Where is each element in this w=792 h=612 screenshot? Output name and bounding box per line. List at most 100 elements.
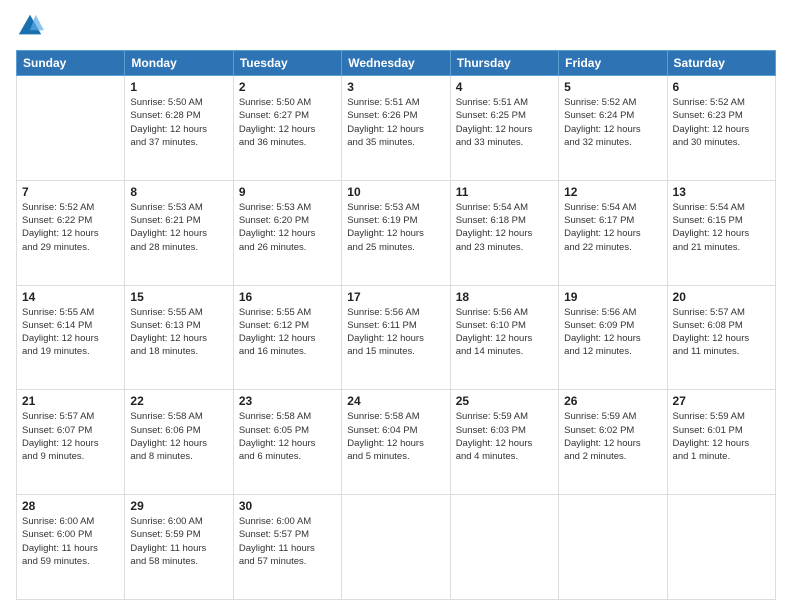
logo-icon (16, 12, 44, 40)
day-number: 14 (22, 290, 119, 304)
day-info: Sunrise: 6:00 AM Sunset: 5:57 PM Dayligh… (239, 515, 336, 568)
day-cell: 5 Sunrise: 5:52 AM Sunset: 6:24 PM Daylig… (559, 76, 667, 181)
day-cell: 10 Sunrise: 5:53 AM Sunset: 6:19 PM Dayli… (342, 180, 450, 285)
day-info: Sunrise: 5:52 AM Sunset: 6:23 PM Dayligh… (673, 96, 770, 149)
day-cell: 12Sunrise: 5:54 AM Sunset: 6:17 PM Dayli… (559, 180, 667, 285)
day-number: 27 (673, 394, 770, 408)
day-info: Sunrise: 5:55 AM Sunset: 6:13 PM Dayligh… (130, 306, 227, 359)
day-number: 19 (564, 290, 661, 304)
day-info: Sunrise: 6:00 AM Sunset: 6:00 PM Dayligh… (22, 515, 119, 568)
day-number: 15 (130, 290, 227, 304)
day-cell: 29 Sunrise: 6:00 AM Sunset: 5:59 PM Dayli… (125, 495, 233, 600)
day-cell: 3Sunrise: 5:51 AM Sunset: 6:26 PM Daylig… (342, 76, 450, 181)
day-cell: 28 Sunrise: 6:00 AM Sunset: 6:00 PM Dayli… (17, 495, 125, 600)
day-cell (559, 495, 667, 600)
day-info: Sunrise: 5:54 AM Sunset: 6:18 PM Dayligh… (456, 201, 553, 254)
day-number: 23 (239, 394, 336, 408)
day-cell: 13Sunrise: 5:54 AM Sunset: 6:15 PM Dayli… (667, 180, 775, 285)
day-info: Sunrise: 5:57 AM Sunset: 6:07 PM Dayligh… (22, 410, 119, 463)
day-cell: 22 Sunrise: 5:58 AM Sunset: 6:06 PM Dayli… (125, 390, 233, 495)
calendar: SundayMondayTuesdayWednesdayThursdayFrid… (16, 50, 776, 600)
day-info: Sunrise: 5:53 AM Sunset: 6:20 PM Dayligh… (239, 201, 336, 254)
day-info: Sunrise: 5:59 AM Sunset: 6:02 PM Dayligh… (564, 410, 661, 463)
header (16, 12, 776, 40)
day-info: Sunrise: 5:53 AM Sunset: 6:21 PM Dayligh… (130, 201, 227, 254)
day-info: Sunrise: 5:56 AM Sunset: 6:09 PM Dayligh… (564, 306, 661, 359)
week-row: 7Sunrise: 5:52 AM Sunset: 6:22 PM Daylig… (17, 180, 776, 285)
day-number: 28 (22, 499, 119, 513)
week-row: 21 Sunrise: 5:57 AM Sunset: 6:07 PM Dayli… (17, 390, 776, 495)
day-cell: 30 Sunrise: 6:00 AM Sunset: 5:57 PM Dayli… (233, 495, 341, 600)
day-cell: 24 Sunrise: 5:58 AM Sunset: 6:04 PM Dayli… (342, 390, 450, 495)
day-number: 6 (673, 80, 770, 94)
day-cell: 16 Sunrise: 5:55 AM Sunset: 6:12 PM Dayli… (233, 285, 341, 390)
day-info: Sunrise: 5:59 AM Sunset: 6:03 PM Dayligh… (456, 410, 553, 463)
week-row: 28 Sunrise: 6:00 AM Sunset: 6:00 PM Dayli… (17, 495, 776, 600)
day-number: 22 (130, 394, 227, 408)
weekday-header: Thursday (450, 51, 558, 76)
day-info: Sunrise: 5:51 AM Sunset: 6:26 PM Dayligh… (347, 96, 444, 149)
day-info: Sunrise: 5:50 AM Sunset: 6:27 PM Dayligh… (239, 96, 336, 149)
day-cell: 8 Sunrise: 5:53 AM Sunset: 6:21 PM Daylig… (125, 180, 233, 285)
day-info: Sunrise: 5:55 AM Sunset: 6:12 PM Dayligh… (239, 306, 336, 359)
day-cell: 6 Sunrise: 5:52 AM Sunset: 6:23 PM Daylig… (667, 76, 775, 181)
day-cell: 25 Sunrise: 5:59 AM Sunset: 6:03 PM Dayli… (450, 390, 558, 495)
day-cell: 19 Sunrise: 5:56 AM Sunset: 6:09 PM Dayli… (559, 285, 667, 390)
page: SundayMondayTuesdayWednesdayThursdayFrid… (0, 0, 792, 612)
weekday-header: Friday (559, 51, 667, 76)
day-number: 29 (130, 499, 227, 513)
day-cell: 15 Sunrise: 5:55 AM Sunset: 6:13 PM Dayli… (125, 285, 233, 390)
day-number: 25 (456, 394, 553, 408)
weekday-header: Tuesday (233, 51, 341, 76)
day-info: Sunrise: 5:57 AM Sunset: 6:08 PM Dayligh… (673, 306, 770, 359)
day-cell (342, 495, 450, 600)
day-number: 21 (22, 394, 119, 408)
day-info: Sunrise: 5:54 AM Sunset: 6:15 PM Dayligh… (673, 201, 770, 254)
day-number: 4 (456, 80, 553, 94)
day-cell: 14 Sunrise: 5:55 AM Sunset: 6:14 PM Dayli… (17, 285, 125, 390)
day-info: Sunrise: 5:58 AM Sunset: 6:05 PM Dayligh… (239, 410, 336, 463)
day-number: 9 (239, 185, 336, 199)
day-number: 30 (239, 499, 336, 513)
day-cell: 20 Sunrise: 5:57 AM Sunset: 6:08 PM Dayli… (667, 285, 775, 390)
day-number: 17 (347, 290, 444, 304)
day-info: Sunrise: 5:51 AM Sunset: 6:25 PM Dayligh… (456, 96, 553, 149)
day-number: 7 (22, 185, 119, 199)
weekday-header: Wednesday (342, 51, 450, 76)
day-cell: 26Sunrise: 5:59 AM Sunset: 6:02 PM Dayli… (559, 390, 667, 495)
day-number: 24 (347, 394, 444, 408)
day-number: 16 (239, 290, 336, 304)
weekday-header: Saturday (667, 51, 775, 76)
day-number: 11 (456, 185, 553, 199)
day-number: 8 (130, 185, 227, 199)
day-info: Sunrise: 5:50 AM Sunset: 6:28 PM Dayligh… (130, 96, 227, 149)
day-info: Sunrise: 5:58 AM Sunset: 6:06 PM Dayligh… (130, 410, 227, 463)
day-cell (667, 495, 775, 600)
header-row: SundayMondayTuesdayWednesdayThursdayFrid… (17, 51, 776, 76)
day-number: 20 (673, 290, 770, 304)
day-number: 2 (239, 80, 336, 94)
calendar-header: SundayMondayTuesdayWednesdayThursdayFrid… (17, 51, 776, 76)
logo (16, 12, 48, 40)
day-number: 5 (564, 80, 661, 94)
day-cell: 27Sunrise: 5:59 AM Sunset: 6:01 PM Dayli… (667, 390, 775, 495)
day-number: 12 (564, 185, 661, 199)
day-cell: 23 Sunrise: 5:58 AM Sunset: 6:05 PM Dayli… (233, 390, 341, 495)
day-cell (450, 495, 558, 600)
day-info: Sunrise: 6:00 AM Sunset: 5:59 PM Dayligh… (130, 515, 227, 568)
day-cell: 21 Sunrise: 5:57 AM Sunset: 6:07 PM Dayli… (17, 390, 125, 495)
day-cell: 11 Sunrise: 5:54 AM Sunset: 6:18 PM Dayli… (450, 180, 558, 285)
day-info: Sunrise: 5:56 AM Sunset: 6:11 PM Dayligh… (347, 306, 444, 359)
day-info: Sunrise: 5:52 AM Sunset: 6:24 PM Dayligh… (564, 96, 661, 149)
day-info: Sunrise: 5:55 AM Sunset: 6:14 PM Dayligh… (22, 306, 119, 359)
day-cell: 2 Sunrise: 5:50 AM Sunset: 6:27 PM Daylig… (233, 76, 341, 181)
day-cell (17, 76, 125, 181)
weekday-header: Sunday (17, 51, 125, 76)
week-row: 14 Sunrise: 5:55 AM Sunset: 6:14 PM Dayli… (17, 285, 776, 390)
day-cell: 9 Sunrise: 5:53 AM Sunset: 6:20 PM Daylig… (233, 180, 341, 285)
day-cell: 7Sunrise: 5:52 AM Sunset: 6:22 PM Daylig… (17, 180, 125, 285)
weekday-header: Monday (125, 51, 233, 76)
day-info: Sunrise: 5:53 AM Sunset: 6:19 PM Dayligh… (347, 201, 444, 254)
day-number: 10 (347, 185, 444, 199)
day-info: Sunrise: 5:58 AM Sunset: 6:04 PM Dayligh… (347, 410, 444, 463)
